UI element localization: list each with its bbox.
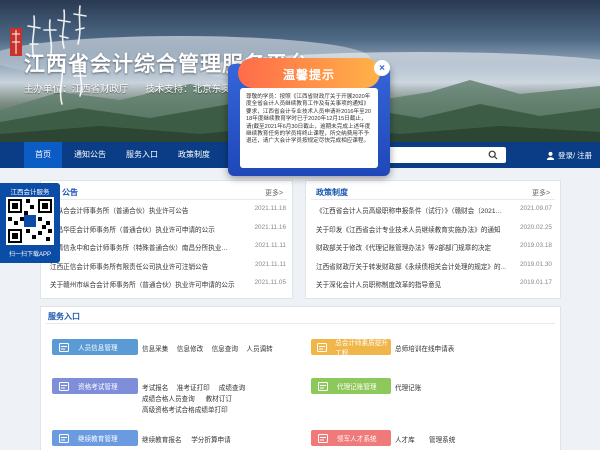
modal-close-button[interactable]: ×: [374, 60, 390, 76]
search-icon: [488, 150, 498, 160]
qr-title: 江西会计服务: [10, 189, 50, 196]
qr-code-icon: [6, 197, 54, 245]
calligraphy-decoration-icon: [10, 5, 87, 105]
nav-policies[interactable]: 政策制度: [172, 142, 216, 168]
notice-row[interactable]: 关于赣州市纵合会计师事务所（普通合伙）执业许可申请的公示: [50, 279, 240, 289]
service-label: 总会计师素质提升工程: [335, 340, 388, 357]
service-link[interactable]: 考试报名: [142, 382, 168, 392]
notice-date: 2021.11.11: [254, 242, 286, 249]
service-button-right-1[interactable]: 代理记账管理: [311, 378, 391, 394]
service-link[interactable]: 管理系统: [429, 434, 455, 444]
policies-divider: [311, 199, 555, 200]
notices-divider: [46, 199, 287, 200]
notices-title: 公告: [62, 188, 78, 197]
service-link[interactable]: 准考证打印: [177, 382, 210, 392]
service-link[interactable]: 代理记账: [395, 382, 421, 392]
policy-date: 2019.01.30: [520, 260, 552, 268]
service-link[interactable]: 高级资格考试合格成绩单打印: [142, 404, 228, 414]
service-link[interactable]: 人员调转: [246, 343, 272, 353]
service-button-left-1[interactable]: 资格考试管理: [52, 378, 138, 394]
service-link[interactable]: 成绩查询: [219, 382, 245, 392]
policies-title: 政策制度: [316, 188, 348, 197]
service-button-left-2[interactable]: 继续教育管理: [52, 430, 138, 446]
service-button-right-2[interactable]: 领军人才系统: [311, 430, 391, 446]
service-label: 资格考试管理: [78, 384, 118, 391]
talent-icon: [317, 433, 329, 444]
user-icon: [546, 151, 555, 160]
page: 江西省会计综合管理服务平台 主办单位：江西省财政厅 技术支持：北京东奥华宇国 首…: [0, 0, 600, 450]
services-title: 服务入口: [48, 312, 80, 321]
policy-row[interactable]: 关于深化会计人员职称制度改革的指导意见: [316, 279, 506, 289]
service-link[interactable]: 总师培训在线申请表: [395, 343, 454, 353]
service-label: 人员信息管理: [78, 345, 118, 352]
policy-row[interactable]: 江西省财政厅关于转发财政部《永续债相关会计处理的规定》的…: [316, 261, 506, 271]
book-icon: [58, 433, 70, 444]
service-link[interactable]: 信息查询: [212, 343, 238, 353]
service-link[interactable]: 继续教育报名: [142, 434, 182, 444]
notice-date: 2021.11.11: [254, 260, 286, 268]
service-link[interactable]: 信息采集: [142, 343, 168, 353]
policy-row[interactable]: 财政部关于修改《代理记账管理办法》等2部部门规章的决定: [316, 242, 506, 252]
close-icon: ×: [379, 62, 385, 74]
policy-date: 2020.02.25: [520, 223, 552, 231]
service-link[interactable]: 成绩合格人员查询: [142, 393, 195, 403]
modal-title: 温馨提示: [282, 68, 335, 82]
service-button-left-0[interactable]: 人员信息管理: [52, 339, 138, 355]
nav-home[interactable]: 首页: [24, 142, 62, 168]
login-link[interactable]: 登录/ 注册: [546, 148, 592, 162]
modal-body[interactable]: 尊敬的学员：按照《江西省财政厅关于开展2020年度全省会计人员继续教育工作及有关…: [240, 88, 378, 168]
notice-date: 2021.11.18: [254, 205, 286, 212]
service-link[interactable]: 教材订订: [206, 393, 232, 403]
exam-icon: [58, 381, 70, 392]
login-label: 登录/ 注册: [558, 150, 593, 160]
service-link[interactable]: 信息修改: [177, 343, 203, 353]
notice-row[interactable]: 江西正信会计师事务所有限责任公司执业许可注销公告: [50, 261, 240, 271]
policy-date: 2019.01.17: [520, 279, 552, 286]
policy-date: 2021.09.07: [520, 205, 552, 212]
service-label: 代理记账管理: [337, 384, 377, 391]
service-label: 继续教育管理: [78, 436, 118, 443]
notice-row[interactable]: 市纵合会计师事务所（普通合伙）执业许可公告: [50, 205, 240, 215]
services-divider: [46, 323, 555, 324]
policy-row[interactable]: 《江西省会计人员高级职称申报条件（试行）》（赣财会〔2021…: [316, 205, 506, 215]
policy-date: 2019.03.18: [520, 242, 552, 249]
qr-caption: 扫一扫下载APP: [8, 252, 51, 258]
service-label: 领军人才系统: [337, 436, 377, 443]
cap-icon: [317, 342, 328, 353]
notice-row[interactable]: 南昌华臣会计师事务所（普通合伙）执业许可申请的公示: [50, 224, 240, 234]
notices-more-link[interactable]: 更多>: [265, 188, 283, 198]
service-link[interactable]: 学分折算申请: [191, 434, 231, 444]
policies-more-link[interactable]: 更多>: [532, 188, 550, 198]
service-link[interactable]: 人才库: [395, 434, 415, 444]
id-card-icon: [58, 342, 70, 353]
notice-row[interactable]: 申请信永中和会计师事务所（特殊普通合伙）南昌分所执业…: [50, 242, 240, 252]
qr-sidebar[interactable]: 江西会计服务 扫一扫下载APP: [0, 183, 60, 263]
notice-date: 2021.11.16: [254, 223, 286, 231]
modal-text: 尊敬的学员：按照《江西省财政厅关于开展2020年度全省会计人员继续教育工作及有关…: [246, 94, 371, 145]
policy-row[interactable]: 关于印发《江西省会计专业技术人员继续教育实施办法》的通知: [316, 224, 506, 234]
search-button[interactable]: [486, 148, 500, 162]
ledger-icon: [317, 381, 329, 392]
notice-date: 2021.11.05: [254, 279, 286, 286]
nav-services[interactable]: 服务入口: [120, 142, 164, 168]
service-button-right-0[interactable]: 总会计师素质提升工程: [311, 339, 391, 357]
nav-notices[interactable]: 通知公告: [68, 142, 112, 168]
